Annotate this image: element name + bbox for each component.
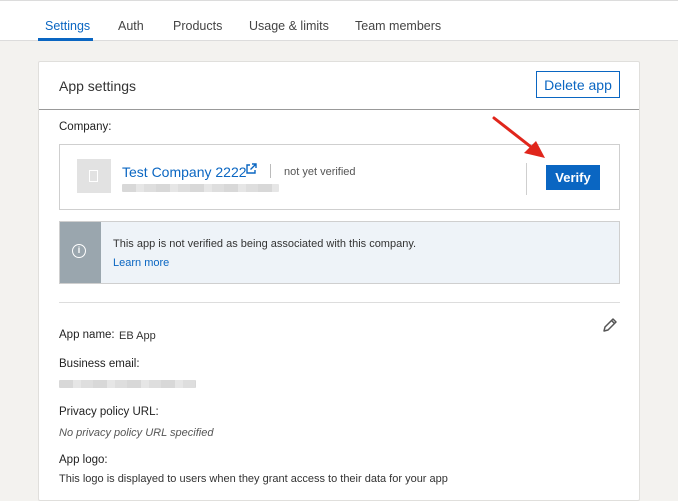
app-name-label: App name: [59, 329, 115, 341]
verify-button[interactable]: Verify [546, 165, 600, 190]
tab-team-members[interactable]: Team members [355, 19, 441, 33]
company-section-label: Company: [59, 121, 112, 133]
privacy-policy-value: No privacy policy URL specified [59, 427, 214, 439]
annotation-arrow-icon [492, 116, 545, 158]
divider [526, 163, 527, 195]
verification-info-box: i This app is not verified as being asso… [59, 221, 620, 284]
section-divider [59, 302, 620, 303]
redacted-company-detail [122, 184, 279, 192]
learn-more-link[interactable]: Learn more [113, 257, 169, 269]
pencil-icon[interactable] [601, 316, 619, 334]
card-title: App settings [59, 78, 137, 94]
redacted-business-email [59, 380, 196, 388]
info-sidebar: i [60, 222, 101, 283]
tab-usage-limits[interactable]: Usage & limits [249, 19, 329, 33]
privacy-policy-label: Privacy policy URL: [59, 406, 159, 418]
business-email-label: Business email: [59, 358, 140, 370]
app-logo-description: This logo is displayed to users when the… [59, 473, 448, 485]
app-name-value: EB App [119, 330, 156, 342]
tab-settings[interactable]: Settings [45, 19, 90, 33]
verification-status: not yet verified [284, 166, 356, 178]
company-placeholder-icon [77, 159, 111, 193]
external-link-icon[interactable] [245, 163, 257, 175]
card-header: App settings Delete app [39, 62, 639, 110]
app-logo-label: App logo: [59, 454, 108, 466]
delete-app-button[interactable]: Delete app [536, 71, 620, 98]
active-tab-indicator [38, 38, 93, 41]
info-icon: i [72, 244, 86, 258]
tab-products[interactable]: Products [173, 19, 222, 33]
company-name-link[interactable]: Test Company 2222 [122, 164, 247, 180]
tab-bar: Settings Auth Products Usage & limits Te… [0, 0, 678, 41]
info-message: This app is not verified as being associ… [113, 238, 417, 250]
divider [270, 164, 271, 178]
tab-auth[interactable]: Auth [118, 19, 144, 33]
